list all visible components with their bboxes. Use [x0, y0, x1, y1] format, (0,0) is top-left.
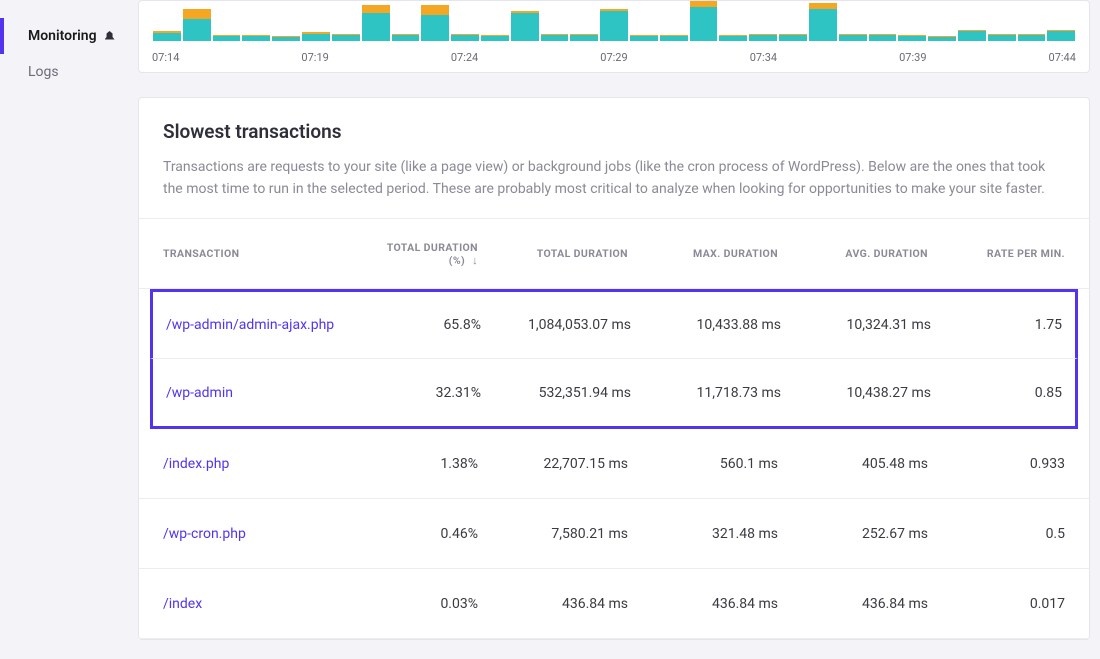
- chart-bar[interactable]: [690, 1, 718, 41]
- chart-bar[interactable]: [511, 1, 539, 41]
- x-tick: 07:29: [600, 51, 627, 64]
- table-row[interactable]: /index.php 1.38%22,707.15 ms560.1 ms405.4…: [139, 429, 1089, 499]
- chart-bar[interactable]: [869, 1, 897, 41]
- transactions-card: Slowest transactions Transactions are re…: [138, 97, 1090, 640]
- cell-pct: 1.38%: [378, 456, 478, 472]
- chart-bar[interactable]: [153, 1, 181, 41]
- cell-max-duration: 321.48 ms: [628, 526, 778, 542]
- col-header-total-duration[interactable]: TOTAL DURATION: [478, 247, 628, 260]
- sort-descending-icon: ↓: [472, 254, 478, 267]
- chart-bar[interactable]: [958, 1, 986, 41]
- cell-avg-duration: 10,324.31 ms: [781, 317, 931, 333]
- cell-max-duration: 560.1 ms: [628, 456, 778, 472]
- bell-icon: [103, 29, 117, 43]
- chart-bar[interactable]: [809, 1, 837, 41]
- chart-bar[interactable]: [600, 1, 628, 41]
- chart-bar[interactable]: [1047, 1, 1075, 41]
- x-tick: 07:19: [301, 51, 328, 64]
- chart-bar[interactable]: [570, 1, 598, 41]
- chart-bar[interactable]: [302, 1, 330, 41]
- cell-pct: 0.03%: [378, 596, 478, 612]
- cell-pct: 32.31%: [381, 385, 481, 401]
- table-row[interactable]: /index0.03%436.84 ms436.84 ms436.84 ms0.…: [139, 569, 1089, 639]
- table-row[interactable]: /wp-admin 32.31%532,351.94 ms11,718.73 ms…: [150, 359, 1078, 429]
- chart-bar[interactable]: [242, 1, 270, 41]
- cell-total-duration: 7,580.21 ms: [478, 526, 628, 542]
- sidebar: Monitoring Logs: [0, 0, 138, 659]
- x-tick: 07:44: [1049, 51, 1076, 64]
- cell-avg-duration: 10,438.27 ms: [781, 385, 931, 401]
- table-row[interactable]: /wp-admin/admin-ajax.php 65.8%1,084,053.0…: [150, 289, 1078, 359]
- table-row[interactable]: /wp-cron.php 0.46%7,580.21 ms321.48 ms252…: [139, 499, 1089, 569]
- chart-bar[interactable]: [749, 1, 777, 41]
- chart-bar[interactable]: [988, 1, 1016, 41]
- cell-rate: 0.5: [928, 526, 1065, 542]
- chart-bar[interactable]: [898, 1, 926, 41]
- chart-bar[interactable]: [451, 1, 479, 41]
- cell-max-duration: 436.84 ms: [628, 596, 778, 612]
- transaction-link[interactable]: /wp-cron.php: [163, 526, 246, 542]
- table-header-row: TRANSACTION TOTAL DURATION (%) ↓ TOTAL D…: [139, 219, 1089, 289]
- x-tick: 07:34: [750, 51, 777, 64]
- cell-total-duration: 22,707.15 ms: [478, 456, 628, 472]
- sidebar-item-label: Monitoring: [28, 28, 97, 44]
- chart-bar[interactable]: [719, 1, 747, 41]
- cell-avg-duration: 252.67 ms: [778, 526, 928, 542]
- chart-bar[interactable]: [421, 1, 449, 41]
- chart-bar[interactable]: [839, 1, 867, 41]
- col-header-rate-per-min[interactable]: RATE PER MIN.: [928, 247, 1065, 260]
- cell-pct: 0.46%: [378, 526, 478, 542]
- col-header-total-duration-pct[interactable]: TOTAL DURATION (%) ↓: [378, 241, 478, 267]
- cell-total-duration: 532,351.94 ms: [481, 385, 631, 401]
- cell-rate: 0.017: [928, 596, 1065, 612]
- card-header: Slowest transactions Transactions are re…: [139, 98, 1089, 219]
- chart-bar[interactable]: [332, 1, 360, 41]
- table-body: /wp-admin/admin-ajax.php 65.8%1,084,053.0…: [139, 289, 1089, 639]
- chart-bar[interactable]: [779, 1, 807, 41]
- chart-bar[interactable]: [928, 1, 956, 41]
- chart-bar[interactable]: [660, 1, 688, 41]
- chart-bar[interactable]: [213, 1, 241, 41]
- stacked-bar-chart: [151, 1, 1077, 41]
- col-header-max-duration[interactable]: MAX. DURATION: [628, 247, 778, 260]
- cell-rate: 0.85: [931, 385, 1062, 401]
- cell-max-duration: 11,718.73 ms: [631, 385, 781, 401]
- chart-bar[interactable]: [541, 1, 569, 41]
- card-title: Slowest transactions: [163, 120, 1065, 143]
- cell-avg-duration: 436.84 ms: [778, 596, 928, 612]
- chart-bar[interactable]: [362, 1, 390, 41]
- cell-pct: 65.8%: [381, 317, 481, 333]
- sidebar-item-monitoring[interactable]: Monitoring: [0, 18, 138, 54]
- transaction-link[interactable]: /wp-admin/admin-ajax.php: [166, 317, 334, 333]
- col-header-transaction[interactable]: TRANSACTION: [163, 247, 378, 260]
- transaction-link[interactable]: /index: [163, 596, 202, 612]
- chart-card: 07:14 07:19 07:24 07:29 07:34 07:39 07:44: [138, 0, 1090, 73]
- cell-max-duration: 10,433.88 ms: [631, 317, 781, 333]
- chart-bar[interactable]: [630, 1, 658, 41]
- card-description: Transactions are requests to your site (…: [163, 157, 1065, 200]
- sidebar-item-logs[interactable]: Logs: [0, 54, 138, 90]
- x-tick: 07:39: [899, 51, 926, 64]
- chart-bar[interactable]: [1018, 1, 1046, 41]
- chart-bar[interactable]: [183, 1, 211, 41]
- chart-x-axis: 07:14 07:19 07:24 07:29 07:34 07:39 07:44: [151, 51, 1077, 64]
- cell-total-duration: 1,084,053.07 ms: [481, 317, 631, 333]
- chart-bar[interactable]: [392, 1, 420, 41]
- chart-bar[interactable]: [272, 1, 300, 41]
- x-tick: 07:24: [451, 51, 478, 64]
- sidebar-item-label: Logs: [28, 64, 59, 80]
- main-content: 07:14 07:19 07:24 07:29 07:34 07:39 07:44 Slow…: [138, 0, 1100, 659]
- cell-avg-duration: 405.48 ms: [778, 456, 928, 472]
- col-header-avg-duration[interactable]: AVG. DURATION: [778, 247, 928, 260]
- cell-rate: 1.75: [931, 317, 1062, 333]
- transaction-link[interactable]: /wp-admin: [166, 385, 233, 401]
- cell-rate: 0.933: [928, 456, 1065, 472]
- transaction-link[interactable]: /index.php: [163, 456, 229, 472]
- chart-bar[interactable]: [481, 1, 509, 41]
- x-tick: 07:14: [152, 51, 179, 64]
- cell-total-duration: 436.84 ms: [478, 596, 628, 612]
